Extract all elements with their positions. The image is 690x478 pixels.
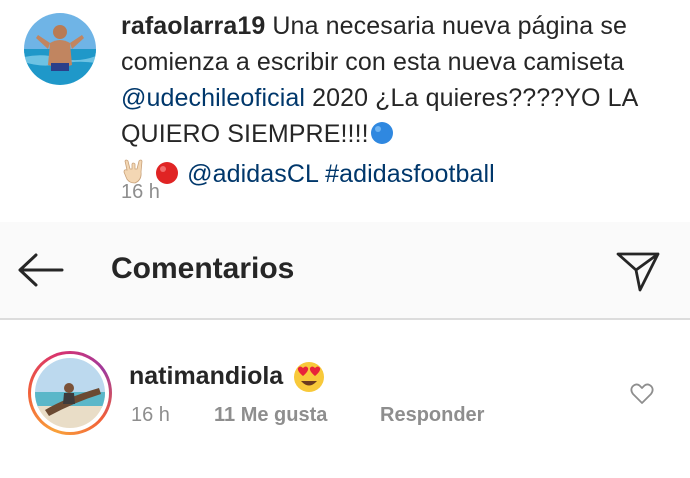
back-button[interactable] xyxy=(12,250,68,290)
post-caption-text: rafaolarra19 Una necesaria nueva página … xyxy=(121,8,641,196)
comment-row: natimandiola 16 h 11 Me gusta Responder xyxy=(0,320,690,478)
hashtag-adidasfootball[interactable]: #adidasfootball xyxy=(325,160,495,188)
mention-udechileoficial[interactable]: @udechileoficial xyxy=(121,84,305,112)
like-comment-button[interactable] xyxy=(628,380,656,408)
mention-adidascl[interactable]: @adidasCL xyxy=(187,160,318,188)
reply-button[interactable]: Responder xyxy=(380,404,484,427)
post-author-username[interactable]: rafaolarra19 xyxy=(121,12,265,40)
comment-timestamp: 16 h xyxy=(131,404,170,426)
comments-header: Comentarios xyxy=(0,222,690,320)
arrow-left-icon xyxy=(18,253,64,287)
author-avatar[interactable] xyxy=(24,13,96,85)
commenter-avatar[interactable] xyxy=(28,351,112,435)
comment-likes-count[interactable]: 11 Me gusta xyxy=(214,404,327,427)
blue-circle-emoji-icon xyxy=(369,120,395,156)
post-caption-section: rafaolarra19 Una necesaria nueva página … xyxy=(0,0,690,222)
comment-username[interactable]: natimandiola xyxy=(129,362,283,391)
avatar xyxy=(35,358,105,428)
post-timestamp: 16 h xyxy=(121,181,160,203)
page-title: Comentarios xyxy=(111,252,295,285)
share-button[interactable] xyxy=(612,248,664,294)
heart-eyes-emoji-icon xyxy=(292,360,326,399)
paper-plane-icon xyxy=(616,252,660,292)
heart-outline-icon xyxy=(630,383,654,404)
